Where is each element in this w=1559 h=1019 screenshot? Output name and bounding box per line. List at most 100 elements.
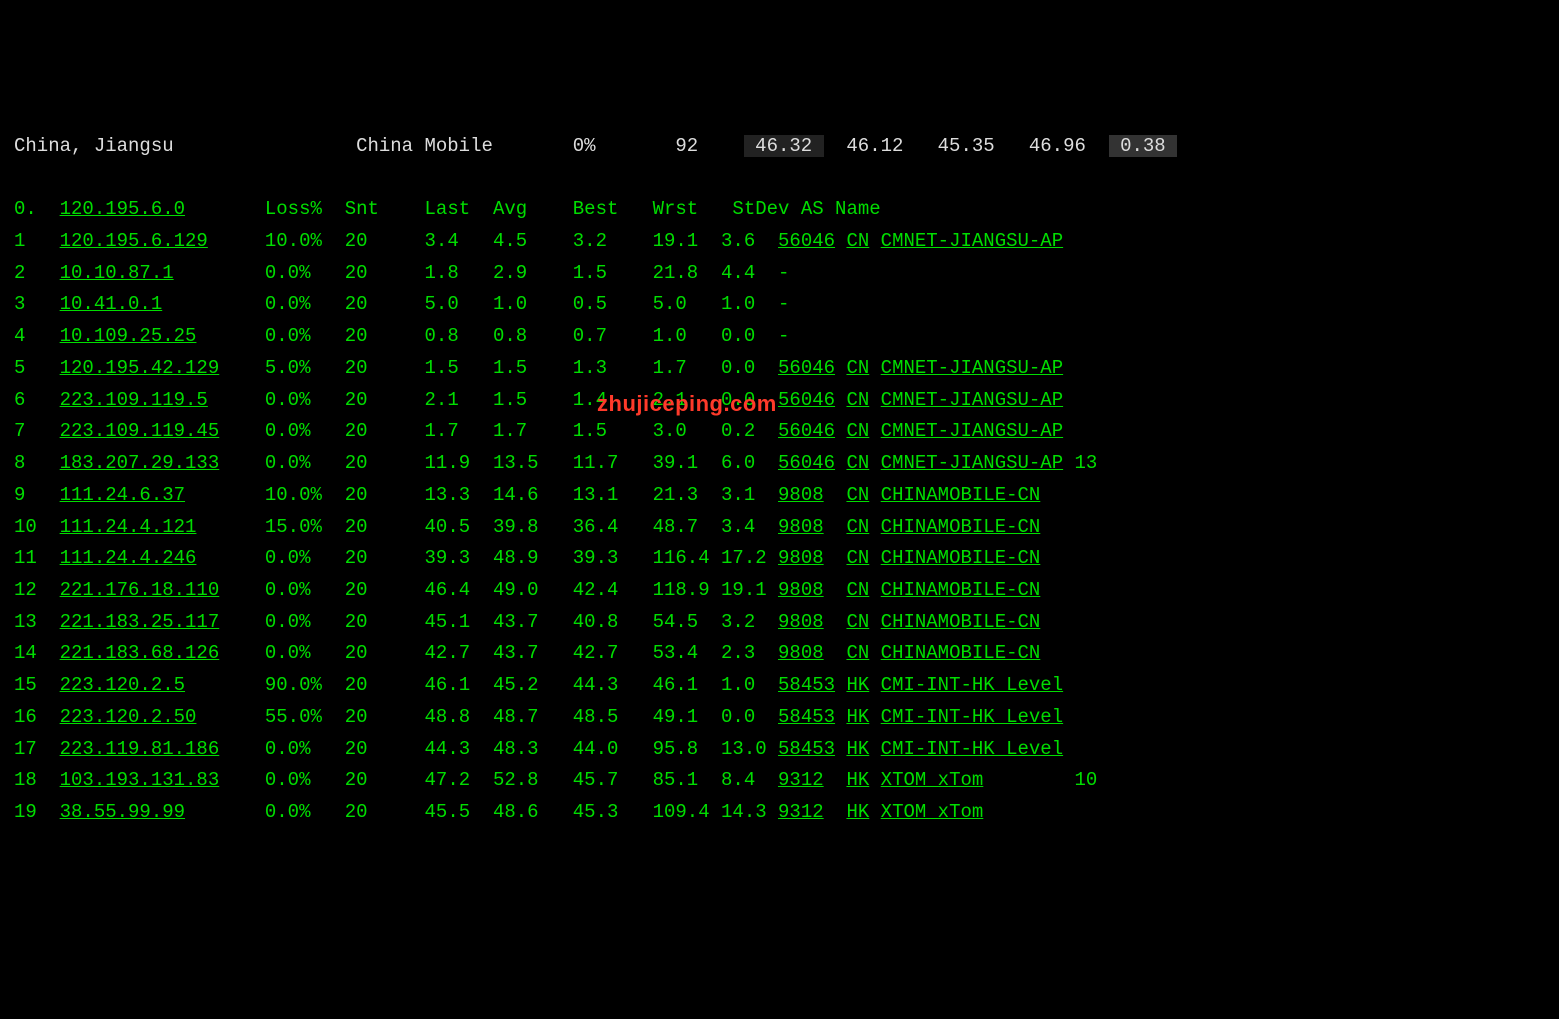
hop-row: 15 223.120.2.5 90.0% 20 46.1 45.2 44.3 4… bbox=[14, 670, 1559, 702]
hop-cc[interactable]: CN bbox=[846, 230, 869, 252]
hop-stdev: 1.0 bbox=[721, 293, 778, 315]
hop-asname[interactable]: CMI-INT-HK Level bbox=[881, 674, 1063, 696]
hop-ip[interactable]: 120.195.6.0 bbox=[60, 198, 185, 220]
hop-asname[interactable]: CMNET-JIANGSU-AP bbox=[881, 389, 1063, 411]
hop-asn[interactable]: 9808 bbox=[778, 484, 824, 506]
hop-asn[interactable]: 56046 bbox=[778, 230, 835, 252]
hop-ip[interactable]: 120.195.42.129 bbox=[60, 357, 220, 379]
hop-loss: 10.0% bbox=[265, 230, 345, 252]
hop-asn[interactable]: 9808 bbox=[778, 547, 824, 569]
hop-cc[interactable]: CN bbox=[846, 547, 869, 569]
hop-ip[interactable]: 10.109.25.25 bbox=[60, 325, 197, 347]
hop-wrst: 54.5 bbox=[653, 611, 721, 633]
hop-snt: 20 bbox=[345, 579, 425, 601]
hop-ip[interactable]: 223.109.119.5 bbox=[60, 389, 208, 411]
hop-asname[interactable]: CHINAMOBILE-CN bbox=[881, 579, 1041, 601]
hop-stdev: 0.0 bbox=[721, 706, 778, 728]
hop-cc[interactable]: HK bbox=[846, 769, 869, 791]
hop-asn[interactable]: 58453 bbox=[778, 674, 835, 696]
hop-last: 3.4 bbox=[425, 230, 493, 252]
hop-asname[interactable]: CHINAMOBILE-CN bbox=[881, 547, 1041, 569]
hop-last: 47.2 bbox=[425, 769, 493, 791]
hop-cc[interactable]: HK bbox=[846, 706, 869, 728]
hop-best: 44.3 bbox=[573, 674, 653, 696]
hop-cc[interactable]: HK bbox=[846, 738, 869, 760]
hop-ip[interactable]: 103.193.131.83 bbox=[60, 769, 220, 791]
hop-wrst: 116.4 bbox=[653, 547, 721, 569]
hop-ip[interactable]: 10.10.87.1 bbox=[60, 262, 174, 284]
hop-asn[interactable]: 56046 bbox=[778, 452, 835, 474]
hop-asname[interactable]: CHINAMOBILE-CN bbox=[881, 516, 1041, 538]
hop-cc[interactable]: CN bbox=[846, 516, 869, 538]
hop-ip[interactable]: 221.183.25.117 bbox=[60, 611, 220, 633]
hop-wrst: 3.0 bbox=[653, 420, 721, 442]
hop-cc[interactable]: CN bbox=[846, 420, 869, 442]
hop-ip[interactable]: 221.183.68.126 bbox=[60, 642, 220, 664]
hop-cc[interactable]: CN bbox=[846, 452, 869, 474]
hop-ip[interactable]: 111.24.4.246 bbox=[60, 547, 197, 569]
hop-loss: 10.0% bbox=[265, 484, 345, 506]
hop-asn[interactable]: 56046 bbox=[778, 389, 835, 411]
hop-cc[interactable]: CN bbox=[846, 579, 869, 601]
hop-asname[interactable]: CMI-INT-HK Level bbox=[881, 738, 1063, 760]
hop-snt: 20 bbox=[345, 674, 425, 696]
hop-index: 12 bbox=[14, 579, 60, 601]
hop-asname[interactable]: CMNET-JIANGSU-AP bbox=[881, 452, 1063, 474]
hop-asname[interactable]: CMNET-JIANGSU-AP bbox=[881, 357, 1063, 379]
hop-best: 1.3 bbox=[573, 357, 653, 379]
header-location: China, Jiangsu bbox=[14, 135, 356, 157]
hop-row: 6 223.109.119.5 0.0% 20 2.1 1.5 1.4 2.1 … bbox=[14, 385, 1559, 417]
hop-asn[interactable]: 9808 bbox=[778, 611, 824, 633]
hop-stdev: 6.0 bbox=[721, 452, 778, 474]
hop-asn[interactable]: 58453 bbox=[778, 706, 835, 728]
hop-ip[interactable]: 223.120.2.50 bbox=[60, 706, 197, 728]
hop-cc[interactable]: CN bbox=[846, 642, 869, 664]
hop-avg: 1.5 bbox=[493, 389, 573, 411]
hop-asname[interactable]: CHINAMOBILE-CN bbox=[881, 611, 1041, 633]
hop-index: 15 bbox=[14, 674, 60, 696]
hop-ip[interactable]: 111.24.6.37 bbox=[60, 484, 185, 506]
hop-ip[interactable]: 111.24.4.121 bbox=[60, 516, 197, 538]
hop-row: 13 221.183.25.117 0.0% 20 45.1 43.7 40.8… bbox=[14, 607, 1559, 639]
header-count: 92 bbox=[675, 135, 698, 157]
hop-ip[interactable]: 10.41.0.1 bbox=[60, 293, 163, 315]
hop-wrst: 21.3 bbox=[653, 484, 721, 506]
hop-asname[interactable]: CHINAMOBILE-CN bbox=[881, 484, 1041, 506]
hop-cc[interactable]: CN bbox=[846, 389, 869, 411]
hop-asn[interactable]: 56046 bbox=[778, 357, 835, 379]
hop-ip[interactable]: 120.195.6.129 bbox=[60, 230, 208, 252]
hop-asn[interactable]: 9312 bbox=[778, 769, 824, 791]
header-stat-2: 46.12 bbox=[846, 135, 903, 157]
hop-ip[interactable]: 223.119.81.186 bbox=[60, 738, 220, 760]
hop-wrst: 2.1 bbox=[653, 389, 721, 411]
hop-asname[interactable]: CHINAMOBILE-CN bbox=[881, 642, 1041, 664]
hop-asname[interactable]: XTOM xTom bbox=[881, 769, 984, 791]
hop-snt: 20 bbox=[345, 420, 425, 442]
hop-asn[interactable]: 9808 bbox=[778, 516, 824, 538]
hop-avg: 13.5 bbox=[493, 452, 573, 474]
hop-best: 1.5 bbox=[573, 262, 653, 284]
hop-index: 8 bbox=[14, 452, 60, 474]
hop-asname[interactable]: CMI-INT-HK Level bbox=[881, 706, 1063, 728]
hop-cc[interactable]: CN bbox=[846, 611, 869, 633]
hop-ip[interactable]: 223.109.119.45 bbox=[60, 420, 220, 442]
hop-wrst: 1.7 bbox=[653, 357, 721, 379]
hop-ip[interactable]: 221.176.18.110 bbox=[60, 579, 220, 601]
hop-asn[interactable]: 9808 bbox=[778, 642, 824, 664]
hop-cc[interactable]: HK bbox=[846, 674, 869, 696]
hop-snt: 20 bbox=[345, 769, 425, 791]
hop-asn[interactable]: 9808 bbox=[778, 579, 824, 601]
hop-stdev: 2.3 bbox=[721, 642, 778, 664]
hop-index: 4 bbox=[14, 325, 60, 347]
hop-cc[interactable]: CN bbox=[846, 484, 869, 506]
hop-ip[interactable]: 183.207.29.133 bbox=[60, 452, 220, 474]
hop-cc[interactable]: CN bbox=[846, 357, 869, 379]
hop-avg: 0.8 bbox=[493, 325, 573, 347]
header-row: China, Jiangsu China Mobile 0% 92 46.32 … bbox=[14, 131, 1559, 163]
hop-asn[interactable]: 58453 bbox=[778, 738, 835, 760]
hop-ip[interactable]: 223.120.2.5 bbox=[60, 674, 185, 696]
hop-asn[interactable]: 56046 bbox=[778, 420, 835, 442]
col-loss: Loss% bbox=[265, 198, 345, 220]
hop-asname[interactable]: CMNET-JIANGSU-AP bbox=[881, 230, 1063, 252]
hop-asname[interactable]: CMNET-JIANGSU-AP bbox=[881, 420, 1063, 442]
